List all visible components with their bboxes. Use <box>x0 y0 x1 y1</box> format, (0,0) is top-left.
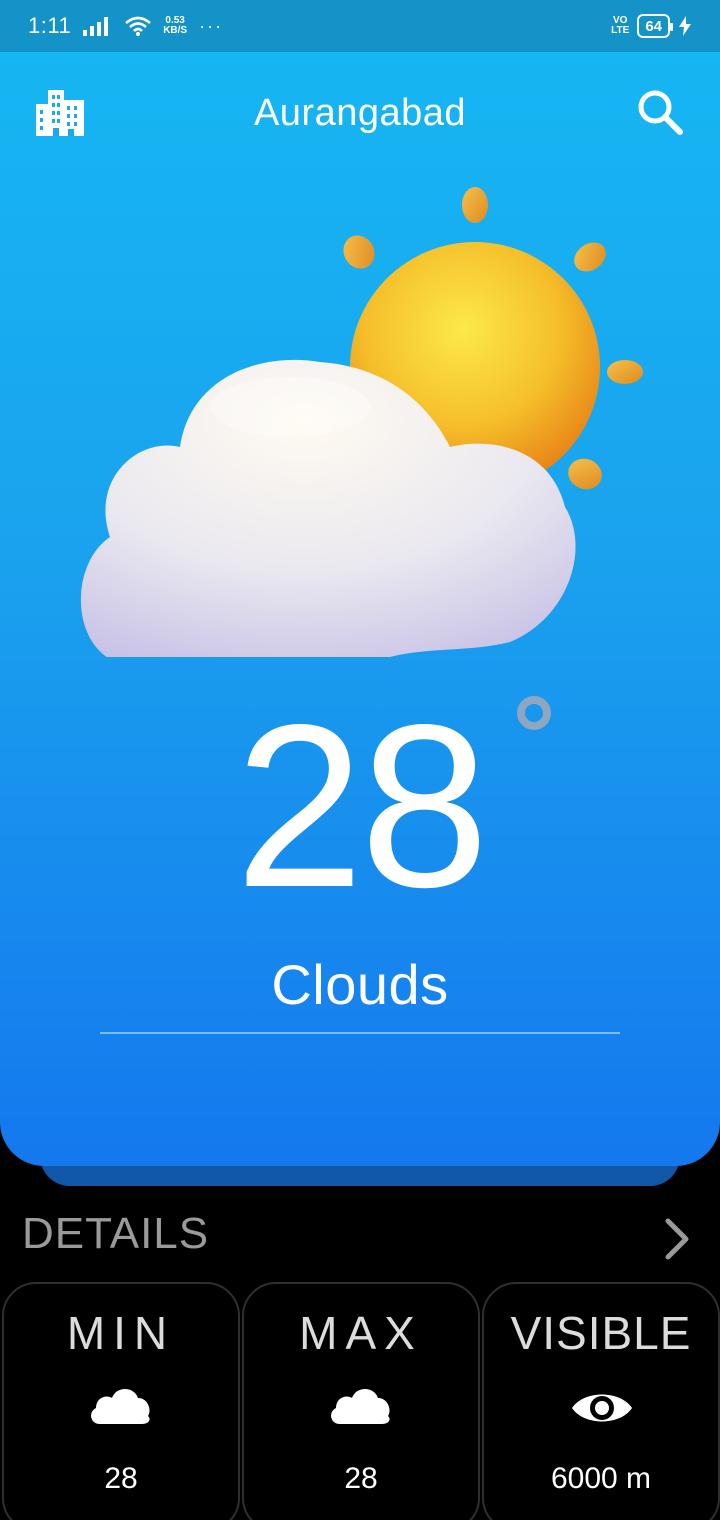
status-bar: 1:11 0.53 KB/S ··· VO LTE 64 <box>0 0 720 52</box>
more-notifications: ··· <box>199 15 224 36</box>
top-bar: Aurangabad <box>0 82 720 148</box>
wifi-icon <box>125 16 152 36</box>
battery-level: 64 <box>645 17 662 35</box>
weather-hero-card: Aurangabad 28 Clouds <box>0 52 720 1166</box>
tile-label-min: MIN <box>66 1307 176 1359</box>
eye-icon <box>572 1394 632 1422</box>
details-header[interactable]: DETAILS <box>0 1205 720 1265</box>
status-time: 1:11 <box>28 13 72 38</box>
signal-icon <box>83 17 109 36</box>
temperature-display: 28 <box>0 691 720 923</box>
temperature-value: 28 <box>234 677 489 936</box>
visibility-tile[interactable]: VISIBLE 6000 m <box>482 1282 720 1520</box>
city-name[interactable]: Aurangabad <box>0 92 720 135</box>
tile-value-max: 28 <box>344 1462 378 1495</box>
details-title: DETAILS <box>22 1209 210 1258</box>
search-icon[interactable] <box>636 88 684 136</box>
chevron-right-icon[interactable] <box>660 1217 694 1261</box>
degree-symbol <box>517 696 551 730</box>
details-tiles: MIN 28 MAX 28 VISIBLE 6000 m <box>0 1282 720 1520</box>
min-temp-tile[interactable]: MIN 28 <box>2 1282 240 1520</box>
partly-cloudy-sun-icon <box>80 187 643 657</box>
status-right: VO LTE 64 <box>611 14 692 38</box>
network-speed: 0.53 KB/S <box>163 16 187 36</box>
charging-icon <box>679 16 691 36</box>
divider <box>100 1032 620 1034</box>
volte-indicator: VO LTE <box>611 16 629 36</box>
tile-value-visible: 6000 m <box>550 1462 652 1495</box>
battery-indicator: 64 <box>637 14 673 38</box>
cloud-icon <box>331 1389 390 1424</box>
tile-label-visible: VISIBLE <box>510 1307 692 1359</box>
volte-bottom: LTE <box>611 25 630 36</box>
status-left: 1:11 0.53 KB/S ··· <box>28 13 223 39</box>
max-temp-tile[interactable]: MAX 28 <box>242 1282 480 1520</box>
weather-condition: Clouds <box>271 953 449 1016</box>
tile-value-min: 28 <box>104 1462 138 1495</box>
network-speed-unit: KB/S <box>163 25 188 36</box>
cloud-icon <box>91 1389 150 1424</box>
tile-label-max: MAX <box>299 1307 423 1359</box>
